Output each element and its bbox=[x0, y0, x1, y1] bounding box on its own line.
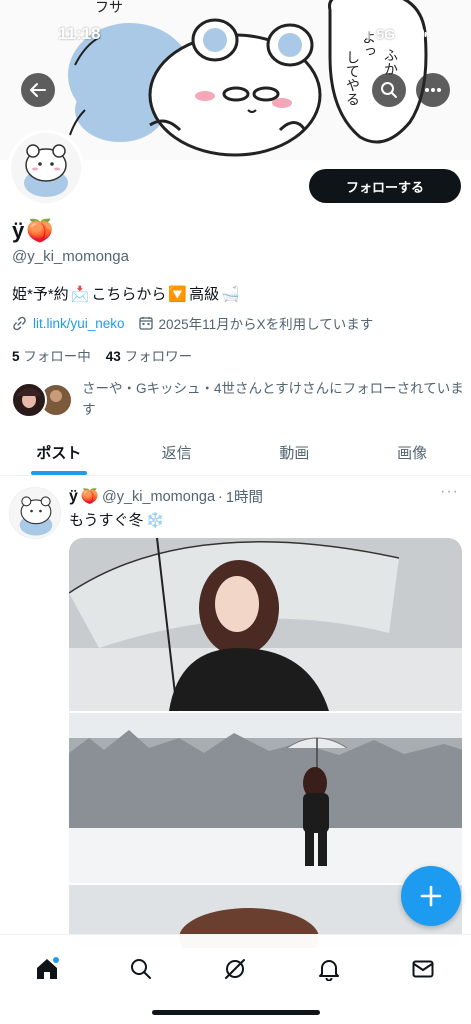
follow-counts: 5 フォロー中 43 フォロワー bbox=[12, 345, 192, 365]
peach-emoji: 🍑 bbox=[26, 218, 54, 243]
cellular-signal-icon bbox=[352, 28, 371, 40]
followers-count: 43 bbox=[105, 349, 121, 364]
more-dots-icon bbox=[425, 88, 441, 92]
profile-tabs: ポスト 返信 動画 画像 bbox=[0, 430, 471, 476]
profile-meta: lit.link/yui_neko 2025年11月からXを利用しています bbox=[12, 313, 373, 333]
avatar-illustration bbox=[11, 133, 81, 203]
plus-icon bbox=[420, 885, 442, 907]
joined-date: 2025年11月からXを利用しています bbox=[158, 317, 374, 332]
mail-icon bbox=[412, 960, 434, 978]
bathtub-emoji: 🛁 bbox=[221, 285, 240, 303]
profile-name-text: ÿ bbox=[12, 218, 25, 243]
post-more-button[interactable]: ··· bbox=[440, 483, 459, 501]
post-text-body: もうすぐ冬 bbox=[69, 512, 144, 529]
bio-text-3: 高級 bbox=[189, 286, 220, 303]
followers-link[interactable]: 43 フォロワー bbox=[106, 349, 192, 364]
bio-text-2: こちらから bbox=[91, 286, 167, 303]
post-peach-emoji: 🍑 bbox=[80, 489, 99, 505]
profile-name: ÿ 🍑 bbox=[12, 218, 54, 244]
network-type: 5G bbox=[376, 26, 395, 42]
post-avatar[interactable] bbox=[9, 487, 61, 539]
link-icon bbox=[13, 316, 26, 330]
following-count: 5 bbox=[12, 349, 20, 364]
tab-label: ポスト bbox=[36, 445, 82, 462]
post-time[interactable]: 1時間 bbox=[226, 486, 263, 507]
follow-button[interactable]: フォローする bbox=[309, 169, 461, 203]
tab-posts[interactable]: ポスト bbox=[0, 430, 118, 475]
nav-grok[interactable] bbox=[215, 949, 255, 989]
profile-handle: @y_ki_momonga bbox=[12, 248, 129, 265]
profile-bio: 姫*予*約 📩 こちらから 🔽 高級 🛁 bbox=[12, 283, 240, 304]
calendar-icon bbox=[138, 317, 153, 330]
post-author-handle[interactable]: @y_ki_momonga bbox=[102, 489, 215, 505]
known-followers-avatars bbox=[11, 382, 73, 418]
profile-banner[interactable]: よっ ふか してやる フサ 11:18 5G bbox=[0, 0, 471, 160]
post-text: もうすぐ冬 ❄️ bbox=[69, 509, 164, 530]
home-icon bbox=[37, 957, 59, 979]
home-indicator bbox=[152, 1010, 320, 1015]
tab-label: 動画 bbox=[279, 445, 310, 462]
known-followers-text: さーや・Gキッシュ・4世さんとすけさんにフォローされています bbox=[82, 381, 464, 417]
search-button[interactable] bbox=[372, 73, 406, 107]
grok-icon bbox=[225, 959, 245, 979]
nav-home[interactable] bbox=[27, 949, 67, 989]
down-arrow-emoji: 🔽 bbox=[168, 285, 188, 303]
tab-images[interactable]: 画像 bbox=[353, 430, 471, 475]
followers-label: フォロワー bbox=[124, 349, 193, 364]
tab-label: 返信 bbox=[161, 445, 192, 462]
post-header: ÿ 🍑 @y_ki_momonga · 1時間 bbox=[69, 486, 263, 507]
profile-avatar[interactable] bbox=[8, 130, 84, 206]
profile-link[interactable]: lit.link/yui_neko bbox=[33, 316, 125, 331]
nav-notifications[interactable] bbox=[309, 949, 349, 989]
status-bar: 11:18 5G bbox=[0, 0, 471, 60]
envelope-emoji: 📩 bbox=[70, 285, 90, 303]
snowflake-emoji: ❄️ bbox=[145, 511, 165, 529]
post[interactable]: ÿ 🍑 @y_ki_momonga · 1時間 ··· もうすぐ冬 ❄️ bbox=[0, 477, 471, 948]
battery-icon bbox=[401, 27, 427, 41]
more-button[interactable] bbox=[416, 73, 450, 107]
following-label: フォロー中 bbox=[23, 349, 91, 364]
post-author-name[interactable]: ÿ bbox=[69, 488, 78, 506]
post-separator: · bbox=[218, 488, 223, 505]
back-button[interactable] bbox=[21, 73, 55, 107]
tab-label: 画像 bbox=[397, 445, 428, 462]
bell-icon bbox=[319, 960, 339, 981]
status-icons: 5G bbox=[352, 26, 427, 42]
search-icon bbox=[381, 82, 397, 98]
search-icon bbox=[131, 959, 151, 979]
bio-text-1: 姫*予*約 bbox=[12, 286, 69, 303]
nav-search[interactable] bbox=[121, 949, 161, 989]
nav-messages[interactable] bbox=[403, 949, 443, 989]
arrow-left-icon bbox=[30, 83, 46, 97]
tab-videos[interactable]: 動画 bbox=[236, 430, 354, 475]
post-avatar-illustration bbox=[10, 488, 60, 538]
tab-active-indicator bbox=[30, 471, 87, 475]
following-link[interactable]: 5 フォロー中 bbox=[12, 349, 91, 364]
status-time: 11:18 bbox=[58, 24, 101, 43]
tab-replies[interactable]: 返信 bbox=[118, 430, 236, 475]
known-followers[interactable]: さーや・Gキッシュ・4世さんとすけさんにフォローされています bbox=[10, 378, 470, 424]
compose-button[interactable] bbox=[401, 866, 461, 926]
